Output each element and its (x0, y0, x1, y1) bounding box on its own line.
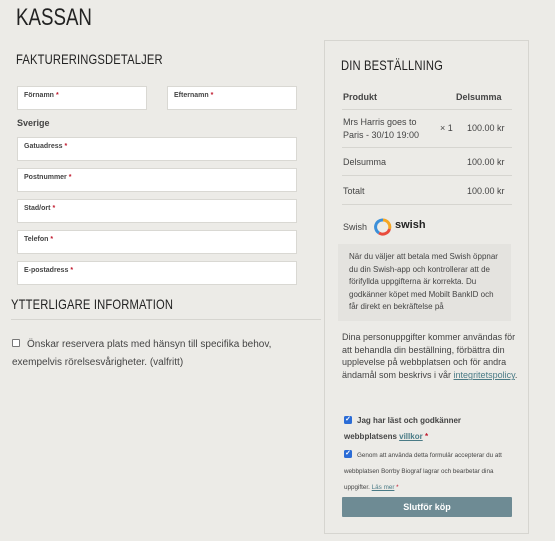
subtotal-label: Delsumma (343, 157, 387, 167)
last-name-field[interactable]: Efternamn * (167, 86, 297, 110)
payment-notice: När du väljer att betala med Swish öppna… (338, 244, 511, 321)
last-name-input[interactable] (168, 87, 296, 109)
total-label: Totalt (343, 186, 365, 196)
first-name-field[interactable]: Förnamn * (17, 86, 147, 110)
additional-section-title: YTTERLIGARE INFORMATION (11, 296, 174, 312)
city-input[interactable] (18, 200, 296, 222)
country-value: Sverige (17, 118, 50, 128)
order-section-title: DIN BESTÄLLNING (341, 57, 443, 73)
street-input[interactable] (18, 138, 296, 160)
order-item-price: 100.00 kr (467, 123, 505, 133)
swish-icon (374, 218, 392, 236)
email-field[interactable]: E-postadress * (17, 261, 297, 285)
row-divider (342, 147, 512, 148)
required-mark: * (396, 484, 399, 491)
order-summary-panel: DIN BESTÄLLNING Produkt Delsumma Mrs Har… (324, 40, 529, 534)
order-item-qty: × 1 (440, 123, 453, 133)
read-more-link[interactable]: Läs mer (372, 484, 395, 491)
product-column-header: Produkt (343, 92, 378, 102)
postcode-input[interactable] (18, 169, 296, 191)
special-needs-label: Önskar reservera plats med hänsyn till s… (12, 339, 272, 368)
required-mark: * (424, 431, 429, 441)
privacy-policy-link[interactable]: integritetspolicy (454, 370, 515, 380)
swish-logo-text: swish (395, 219, 426, 231)
email-input[interactable] (18, 262, 296, 284)
payment-method-label: Swish (343, 222, 368, 232)
row-divider (342, 175, 512, 176)
terms-link[interactable]: villkor (399, 432, 423, 441)
phone-field[interactable]: Telefon * (17, 230, 297, 254)
phone-input[interactable] (18, 231, 296, 253)
city-field[interactable]: Stad/ort * (17, 199, 297, 223)
total-value: 100.00 kr (467, 186, 505, 196)
privacy-text: Dina personuppgifter kommer användas för… (342, 332, 518, 381)
billing-section-title: FAKTURERINGSDETALJER (16, 51, 163, 67)
section-divider (11, 319, 321, 320)
first-name-input[interactable] (18, 87, 146, 109)
row-divider (342, 109, 512, 110)
postcode-field[interactable]: Postnummer * (17, 168, 297, 192)
subtotal-column-header: Delsumma (456, 92, 502, 102)
street-field[interactable]: Gatuadress * (17, 137, 297, 161)
place-order-button[interactable]: Slutför köp (342, 497, 512, 517)
subtotal-value: 100.00 kr (467, 157, 505, 167)
consent-label: Genom att använda detta formulär accepte… (344, 452, 502, 491)
swish-logo: swish (374, 218, 430, 236)
terms-label: Jag har läst och godkänner webbplatsens … (344, 416, 462, 441)
special-needs-checkbox[interactable] (12, 339, 20, 347)
row-divider (342, 204, 512, 205)
order-item-name: Mrs Harris goes to Paris - 30/10 19:00 (343, 117, 420, 140)
page-title: KASSAN (16, 4, 92, 31)
